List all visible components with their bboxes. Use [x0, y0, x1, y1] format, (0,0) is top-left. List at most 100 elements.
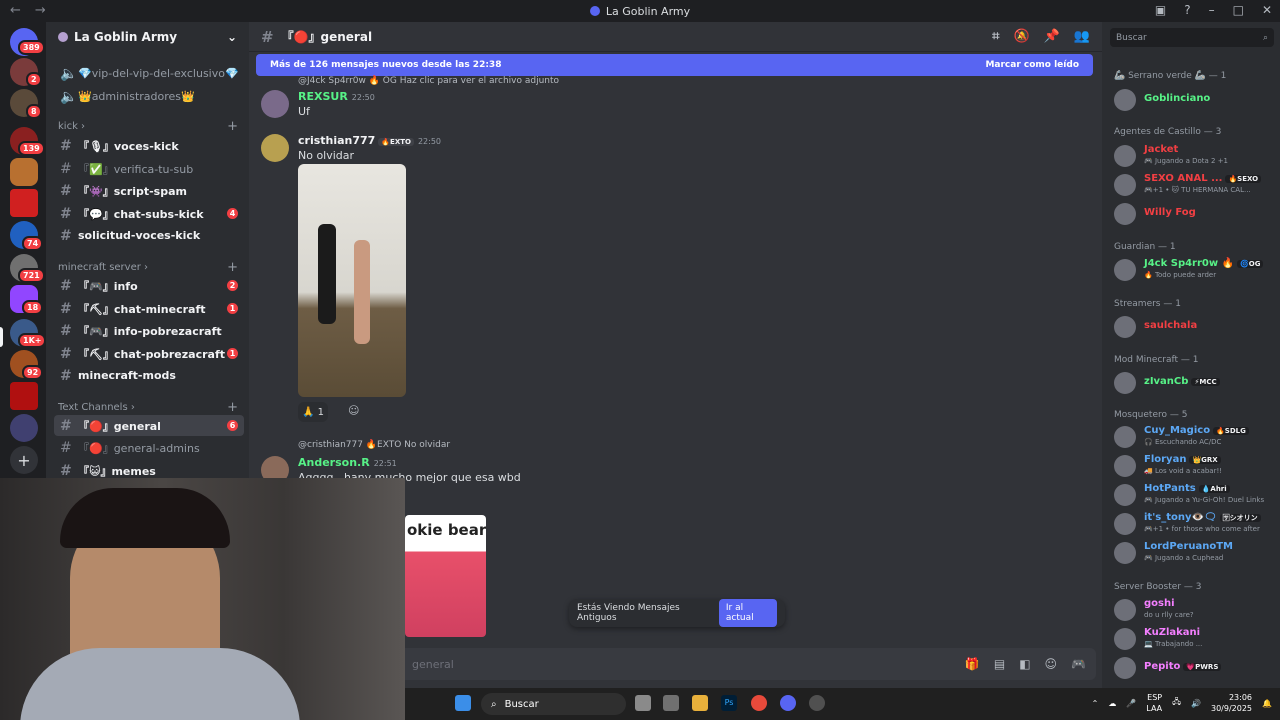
activities-icon[interactable]: 🎮 — [1071, 657, 1086, 671]
guild-icon[interactable] — [10, 189, 38, 217]
channel-general-admins[interactable]: # 『🔴』general-admins — [54, 437, 244, 458]
volume-icon[interactable]: 🔊 — [1191, 699, 1201, 708]
close-icon[interactable]: ✕ — [1262, 3, 1272, 17]
member-item[interactable]: Willy Fog — [1114, 201, 1276, 227]
sticker-icon[interactable]: ◧ — [1019, 657, 1030, 671]
maximize-icon[interactable]: □ — [1233, 3, 1244, 17]
channel-info-pobrezacraft[interactable]: # 『🎮』info-pobrezacraft — [54, 320, 244, 341]
reaction-pray[interactable]: 🙏 1 — [298, 402, 328, 422]
channel-minecraft-mods[interactable]: # minecraft-mods — [54, 365, 244, 386]
channel-header: # 『🔴』general ⌗ 🔕 📌 👥 — [249, 22, 1102, 52]
search-input[interactable]: Buscar ⌕ — [1110, 28, 1274, 47]
add-channel-icon[interactable]: + — [227, 119, 238, 134]
guild-badge: 721 — [18, 268, 45, 283]
notifications-icon[interactable]: 🔔 — [1262, 699, 1272, 708]
guild-icon[interactable] — [10, 158, 38, 186]
image-attachment[interactable] — [298, 164, 406, 397]
forward-arrow-icon[interactable]: → — [35, 3, 46, 18]
member-item[interactable]: it's_tony👁️🗨 🈂シオリン 🎮+1 • for those who com… — [1114, 511, 1276, 537]
category-text-channels[interactable]: Text Channels › + — [58, 400, 238, 415]
cloud-icon[interactable]: ☁ — [1108, 699, 1116, 708]
channel-label: 👑administradores👑 — [78, 90, 195, 103]
app-icon[interactable] — [663, 695, 679, 711]
channel-chat-subs-kick[interactable]: # 『💬』chat-subs-kick 4 — [54, 203, 244, 224]
member-item[interactable]: Jacket 🎮 Jugando a Dota 2 +1 — [1114, 143, 1276, 169]
speaker-icon: 🔈 — [60, 65, 78, 82]
gif-icon[interactable]: ▤ — [994, 657, 1005, 671]
pin-icon[interactable]: 📌 — [1044, 29, 1060, 44]
category-label: Text Channels — [58, 402, 128, 413]
network-icon[interactable]: 🖧 — [1172, 696, 1181, 710]
member-item[interactable]: KuZlakani 💻 Trabajando ... — [1114, 626, 1276, 652]
avatar[interactable] — [261, 134, 289, 162]
member-item[interactable]: Floryan 👑GRX 🚚 Los void a acabar!! — [1114, 453, 1276, 479]
add-channel-icon[interactable]: + — [227, 260, 238, 275]
language-indicator[interactable]: ESP LAA — [1146, 692, 1162, 714]
channel-script-spam[interactable]: # 『👾』script-spam — [54, 180, 244, 201]
channel-solicitud[interactable]: # solicitud-voces-kick — [54, 225, 244, 246]
member-item[interactable]: LordPeruanoTM 🎮 Jugando a Cuphead — [1114, 540, 1276, 566]
channel-general[interactable]: # 『🔴』general 6 — [54, 415, 244, 436]
add-reaction-icon[interactable]: ☺ — [348, 404, 359, 417]
server-header[interactable]: La Goblin Army ⌄ — [46, 22, 249, 52]
back-arrow-icon[interactable]: ← — [10, 3, 21, 18]
mic-icon[interactable]: 🎤 — [1126, 699, 1136, 708]
channel-chat-pobrezacraft[interactable]: # 『⛏』chat-pobrezacraft 1 — [54, 343, 244, 364]
username[interactable]: REXSUR — [298, 90, 348, 103]
member-item[interactable]: Goblinciano — [1114, 87, 1276, 113]
help-icon[interactable]: ? — [1184, 3, 1190, 17]
taskview-icon[interactable] — [635, 695, 651, 711]
layout: LAA — [1146, 704, 1163, 713]
channel-vip[interactable]: 🔈 💎vip-del-vip-del-exclusivo💎 — [54, 63, 244, 84]
channel-label: 『🔴』general-admins — [78, 441, 200, 455]
discord-icon[interactable] — [780, 695, 796, 711]
chevron-up-icon[interactable]: ⌃ — [1092, 699, 1099, 708]
threads-icon[interactable]: ⌗ — [992, 29, 999, 44]
start-icon[interactable] — [455, 695, 471, 711]
photoshop-icon[interactable]: Ps — [721, 695, 737, 711]
gift-icon[interactable]: 🎁 — [965, 657, 980, 671]
member-name: Floryan 👑GRX — [1144, 454, 1221, 465]
username[interactable]: cristhian777 — [298, 134, 375, 147]
channel-verifica[interactable]: # 『✅』verifica-tu-sub — [54, 158, 244, 179]
mute-bell-icon[interactable]: 🔕 — [1013, 29, 1029, 44]
message: @J4ck Sp4rr0w 🔥 OG Haz clic para ver el … — [259, 76, 1079, 120]
member-item[interactable]: Pepito 💗PWRS — [1114, 655, 1276, 681]
member-name: Pepito 💗PWRS — [1144, 661, 1222, 672]
guild-icon[interactable] — [10, 382, 38, 410]
member-item[interactable]: goshi do u rlly care? — [1114, 597, 1276, 623]
member-item[interactable]: saulchala — [1114, 314, 1276, 340]
member-item[interactable]: Cuy_Magico 🔥SDLG 🎧 Escuchando AC/DC — [1114, 424, 1276, 450]
member-item[interactable]: SEXO ANAL ... 🔥SEXO 🎮+1 • 🐱 TU HERMANA CAL… — [1114, 172, 1276, 198]
member-item[interactable]: J4ck Sp4rr0w 🔥 🌀OG 🔥 Todo puede arder — [1114, 257, 1276, 283]
category-minecraft[interactable]: minecraft server › + — [58, 260, 238, 275]
mark-read-button[interactable]: Marcar como leído — [985, 60, 1079, 70]
inbox-icon[interactable]: ▣ — [1155, 3, 1166, 17]
add-channel-icon[interactable]: + — [227, 400, 238, 415]
channel-chat-minecraft[interactable]: # 『⛏』chat-minecraft 1 — [54, 298, 244, 319]
channel-admins[interactable]: 🔈 👑administradores👑 — [54, 86, 244, 107]
member-name-text: zIvanCb — [1144, 376, 1189, 387]
channel-info[interactable]: # 『🎮』info 2 — [54, 275, 244, 296]
members-icon[interactable]: 👥 — [1074, 29, 1090, 44]
app-icon[interactable] — [809, 695, 825, 711]
file-explorer-icon[interactable] — [692, 695, 708, 711]
clock[interactable]: 23:06 30/9/2025 — [1211, 692, 1252, 714]
minimize-icon[interactable]: – — [1209, 3, 1215, 17]
emoji-icon[interactable]: ☺ — [1045, 657, 1058, 671]
category-kick[interactable]: kick › + — [58, 119, 238, 134]
taskbar-search[interactable]: ⌕ Buscar — [481, 693, 626, 715]
gif-attachment[interactable]: okie bear — [405, 515, 486, 637]
new-messages-banner[interactable]: Más de 126 mensajes nuevos desde las 22:… — [256, 54, 1093, 76]
jump-present-button[interactable]: Ir al actual — [718, 599, 777, 627]
add-server-icon[interactable]: + — [10, 446, 38, 474]
member-item[interactable]: zIvanCb ⚡MCC — [1114, 370, 1276, 396]
reply-preview[interactable]: @J4ck Sp4rr0w 🔥 OG Haz clic para ver el … — [298, 76, 559, 86]
channel-voces-kick[interactable]: # 『🎙』voces-kick — [54, 135, 244, 156]
member-item[interactable]: HotPants 💧Ahri 🎮 Jugando a Yu-Gi-Oh! Duel … — [1114, 482, 1276, 508]
chrome-icon[interactable] — [751, 695, 767, 711]
guild-icon[interactable] — [10, 414, 38, 442]
reply-preview[interactable]: @cristhian777 🔥EXTO No olvidar — [298, 440, 450, 450]
username[interactable]: Anderson.R — [298, 456, 370, 469]
avatar[interactable] — [261, 90, 289, 118]
